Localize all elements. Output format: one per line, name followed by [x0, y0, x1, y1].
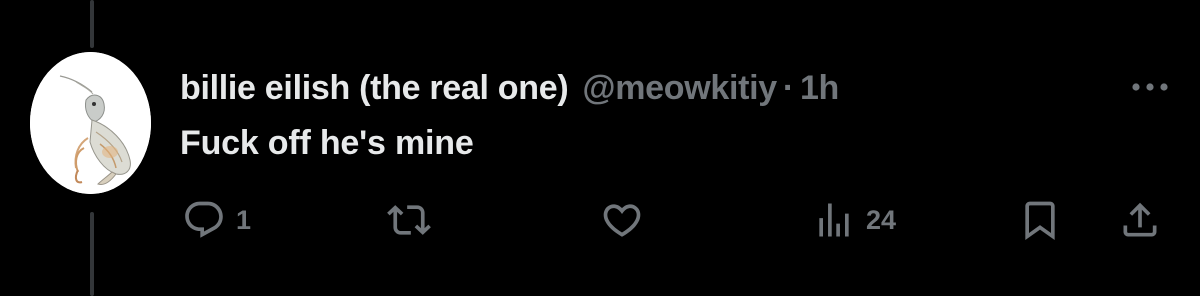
reply-button[interactable]: 1 [182, 198, 251, 242]
views-button[interactable]: 24 [812, 198, 896, 242]
post-text: Fuck off he's mine [180, 124, 474, 162]
bookmark-icon [1018, 198, 1062, 242]
separator-dot: · [782, 68, 794, 107]
avatar[interactable] [30, 52, 151, 194]
views-count: 24 [866, 204, 897, 235]
share-button[interactable] [1118, 198, 1162, 242]
reply-count: 1 [236, 204, 252, 235]
display-name[interactable]: billie eilish (the real one) [180, 69, 569, 108]
retweet-button[interactable] [386, 198, 442, 242]
like-button[interactable] [600, 198, 654, 242]
thread-line-bottom [90, 212, 94, 296]
reply-icon [182, 198, 226, 242]
retweet-icon [386, 198, 432, 242]
post-timestamp[interactable]: 1h [800, 69, 839, 108]
shrimp-avatar-image [30, 52, 151, 194]
views-icon [812, 198, 856, 242]
heart-icon [600, 198, 644, 242]
more-options-button[interactable] [1128, 74, 1172, 100]
share-icon [1118, 198, 1162, 242]
thread-line-top [90, 0, 94, 48]
bookmark-button[interactable] [1018, 198, 1062, 242]
user-handle[interactable]: @meowkitiy [582, 69, 777, 108]
more-horizontal-icon [1132, 83, 1168, 91]
post-header: billie eilish (the real one) @meowkitiy … [180, 64, 839, 112]
